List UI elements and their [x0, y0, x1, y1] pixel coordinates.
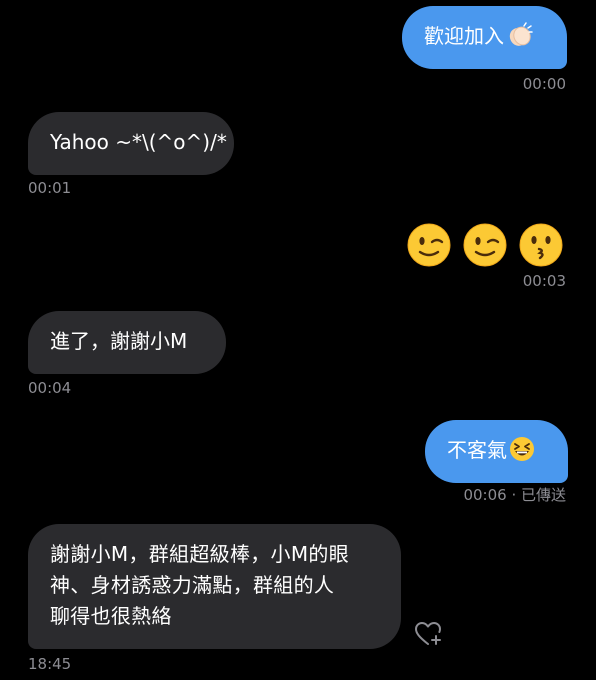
- message-text: 歡迎加入: [424, 24, 504, 48]
- message-bubble-incoming[interactable]: 進了，謝謝小M: [28, 311, 226, 374]
- timestamp: 00:06: [463, 486, 507, 504]
- message-bubble-incoming[interactable]: Yahoo ~*\(^o^)/*: [28, 112, 234, 175]
- message-text-line: 謝謝小M，群組超級棒，小M的眼: [50, 542, 350, 566]
- winking-face-emoji: [407, 223, 451, 267]
- message-text: 進了，謝謝小M: [50, 329, 188, 353]
- timestamp: 00:01: [28, 179, 72, 197]
- winking-face-emoji: [463, 223, 507, 267]
- delivery-status: · 已傳送: [511, 486, 566, 504]
- message-text-line: 聊得也很熱絡: [50, 604, 172, 628]
- kissing-face-emoji: [519, 223, 563, 267]
- timestamp: 00:03: [522, 272, 566, 290]
- message-text-line: 神、身材誘惑力滿點，群組的人: [50, 573, 335, 597]
- message-bubble-outgoing[interactable]: 歡迎加入: [402, 6, 567, 69]
- grinning-squinting-face-emoji: [509, 436, 535, 471]
- clapping-hands-emoji: [506, 22, 534, 57]
- timestamp: 18:45: [28, 655, 72, 673]
- message-text: Yahoo ~*\(^o^)/*: [50, 130, 227, 154]
- timestamp: 00:00: [522, 75, 566, 93]
- timestamp-with-status: 00:06 · 已傳送: [463, 486, 566, 504]
- message-bubble-incoming[interactable]: 謝謝小M，群組超級棒，小M的眼 神、身材誘惑力滿點，群組的人 聊得也很熱絡: [28, 524, 401, 649]
- heart-plus-icon[interactable]: [414, 620, 444, 648]
- message-bubble-outgoing[interactable]: 不客氣: [425, 420, 568, 483]
- emoji-message[interactable]: [406, 222, 564, 268]
- timestamp: 00:04: [28, 379, 72, 397]
- message-text: 不客氣: [447, 438, 507, 462]
